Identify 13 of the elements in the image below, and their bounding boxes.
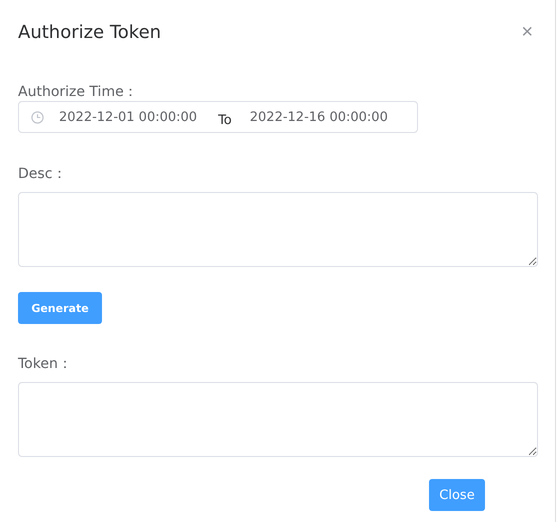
close-button[interactable]: Close bbox=[429, 479, 485, 511]
dialog-title: Authorize Token bbox=[18, 22, 162, 42]
field-label: Desc： bbox=[18, 165, 68, 183]
start-date: 2022-12-01 00:00:00 bbox=[59, 110, 198, 124]
field-label: Token： bbox=[18, 355, 73, 373]
desc-field[interactable] bbox=[18, 192, 538, 267]
field-label: Authorize Time： bbox=[18, 83, 139, 101]
range-separator: To bbox=[218, 112, 232, 128]
date-range-field[interactable]: 2022-12-01 00:00:00 To 2022-12-16 00:00:00 bbox=[18, 101, 418, 133]
clock-icon bbox=[31, 110, 44, 124]
end-date: 2022-12-16 00:00:00 bbox=[250, 110, 388, 124]
generate-button[interactable]: Generate bbox=[18, 292, 102, 324]
token-field[interactable] bbox=[18, 382, 538, 457]
